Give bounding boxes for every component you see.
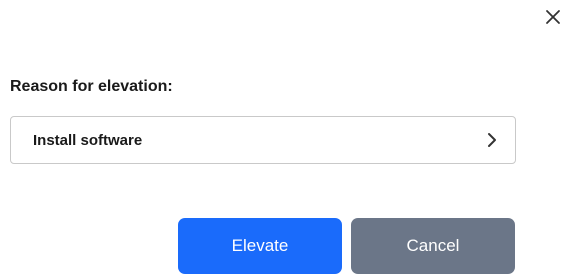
chevron-right-icon	[485, 132, 499, 148]
reason-select[interactable]: Install software	[10, 116, 516, 164]
elevation-dialog: Reason for elevation: Install software E…	[0, 0, 566, 274]
close-button[interactable]	[542, 6, 564, 28]
cancel-button[interactable]: Cancel	[351, 218, 515, 274]
elevate-button[interactable]: Elevate	[178, 218, 342, 274]
close-icon	[545, 9, 561, 25]
reason-label: Reason for elevation:	[10, 78, 173, 95]
reason-select-value: Install software	[33, 131, 143, 149]
